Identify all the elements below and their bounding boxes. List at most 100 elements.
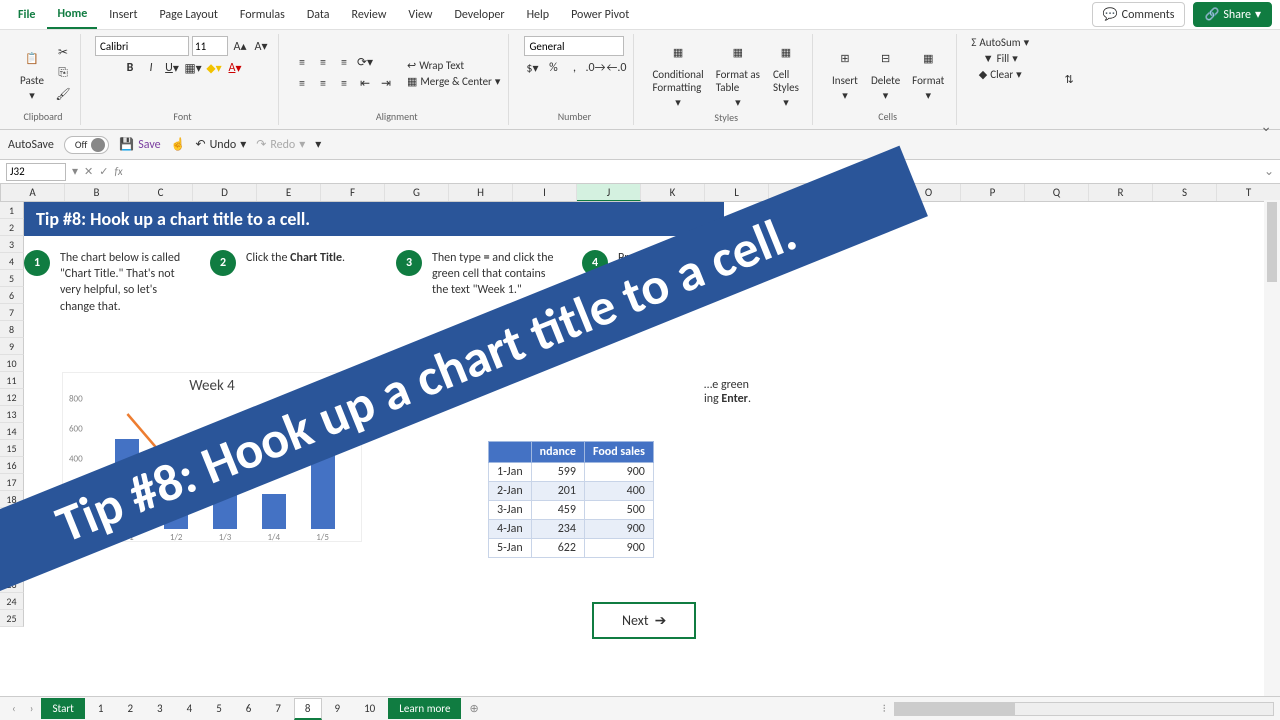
sort-filter-button[interactable]: ⇅ xyxy=(1051,64,1087,96)
increase-font-icon[interactable]: A▴ xyxy=(231,37,249,55)
sheet-tab-1[interactable]: 1 xyxy=(87,698,115,719)
sheet-tab-3[interactable]: 3 xyxy=(146,698,174,719)
table-row[interactable]: 2-Jan201400 xyxy=(489,482,654,501)
increase-indent-icon[interactable]: ⇥ xyxy=(377,75,395,93)
row-header-8[interactable]: 8 xyxy=(0,321,24,338)
sheet-tab-5[interactable]: 5 xyxy=(205,698,233,719)
align-center-icon[interactable]: ≡ xyxy=(314,75,332,93)
tab-power-pivot[interactable]: Power Pivot xyxy=(561,2,639,28)
format-cells-button[interactable]: ▦Format▾ xyxy=(908,42,948,104)
formula-input[interactable] xyxy=(129,163,1258,181)
align-middle-icon[interactable]: ≡ xyxy=(314,54,332,72)
decrease-font-icon[interactable]: A▾ xyxy=(252,37,270,55)
align-top-icon[interactable]: ≡ xyxy=(293,54,311,72)
col-header-N[interactable]: N xyxy=(833,184,897,201)
row-header-13[interactable]: 13 xyxy=(0,406,24,423)
row-header-21[interactable]: 21 xyxy=(0,542,24,559)
sheet-tab-9[interactable]: 9 xyxy=(324,698,352,719)
row-header-17[interactable]: 17 xyxy=(0,474,24,491)
col-header-F[interactable]: F xyxy=(321,184,385,201)
cell-styles-button[interactable]: ▦Cell Styles▾ xyxy=(768,36,804,111)
new-sheet-icon[interactable]: ⊕ xyxy=(463,702,484,715)
row-header-3[interactable]: 3 xyxy=(0,236,24,253)
wrap-text-button[interactable]: ↩ Wrap Text xyxy=(407,59,500,72)
format-painter-icon[interactable]: 🖌 xyxy=(54,85,72,103)
tab-home[interactable]: Home xyxy=(47,1,97,29)
sheet-tab-6[interactable]: 6 xyxy=(235,698,263,719)
italic-button[interactable]: I xyxy=(142,59,160,77)
tab-insert[interactable]: Insert xyxy=(99,2,147,28)
delete-cells-button[interactable]: ⊟Delete▾ xyxy=(867,42,904,104)
col-header-D[interactable]: D xyxy=(193,184,257,201)
autosum-button[interactable]: Σ AutoSum ▾ xyxy=(971,36,1029,49)
row-header-5[interactable]: 5 xyxy=(0,270,24,287)
copy-icon[interactable]: ⎘ xyxy=(54,64,72,82)
sheet-nav-prev[interactable]: ‹ xyxy=(6,702,22,715)
insert-cells-button[interactable]: ⊞Insert▾ xyxy=(827,42,863,104)
row-header-23[interactable]: 23 xyxy=(0,576,24,593)
row-header-22[interactable]: 22 xyxy=(0,559,24,576)
col-header-P[interactable]: P xyxy=(961,184,1025,201)
chart-title[interactable]: Week 4 xyxy=(63,377,361,395)
vertical-scrollbar[interactable] xyxy=(1264,200,1280,696)
row-header-7[interactable]: 7 xyxy=(0,304,24,321)
tab-page-layout[interactable]: Page Layout xyxy=(149,2,227,28)
row-header-24[interactable]: 24 xyxy=(0,593,24,610)
border-button[interactable]: ▦▾ xyxy=(184,59,202,77)
col-header-J[interactable]: J xyxy=(577,184,641,201)
tab-view[interactable]: View xyxy=(398,2,442,28)
collapse-ribbon-icon[interactable]: ⌄ xyxy=(1260,118,1272,135)
sheet-tab-learn-more[interactable]: Learn more xyxy=(388,698,461,719)
row-header-14[interactable]: 14 xyxy=(0,423,24,440)
col-header-I[interactable]: I xyxy=(513,184,577,201)
tab-data[interactable]: Data xyxy=(297,2,340,28)
table-row[interactable]: 4-Jan234900 xyxy=(489,520,654,539)
redo-button[interactable]: ↷ Redo ▾ xyxy=(256,137,305,152)
font-color-button[interactable]: A▾ xyxy=(226,59,244,77)
comments-button[interactable]: 💬 Comments xyxy=(1092,2,1186,27)
sheet-body[interactable]: Tip #8: Hook up a chart title to a cell.… xyxy=(24,202,1280,315)
row-header-12[interactable]: 12 xyxy=(0,389,24,406)
decrease-decimal-icon[interactable]: ←.0 xyxy=(607,59,625,77)
font-size-select[interactable] xyxy=(192,36,228,56)
row-header-10[interactable]: 10 xyxy=(0,355,24,372)
row-header-4[interactable]: 4 xyxy=(0,253,24,270)
row-header-2[interactable]: 2 xyxy=(0,219,24,236)
merge-center-button[interactable]: ▦ Merge & Center ▾ xyxy=(407,75,500,88)
sheet-tab-4[interactable]: 4 xyxy=(176,698,204,719)
row-header-19[interactable]: 19 xyxy=(0,508,24,525)
table-row[interactable]: 1-Jan599900 xyxy=(489,463,654,482)
row-header-6[interactable]: 6 xyxy=(0,287,24,304)
align-bottom-icon[interactable]: ≡ xyxy=(335,54,353,72)
col-header-H[interactable]: H xyxy=(449,184,513,201)
font-select[interactable] xyxy=(95,36,189,56)
row-header-20[interactable]: 20 xyxy=(0,525,24,542)
tab-file[interactable]: File xyxy=(8,2,45,28)
row-header-15[interactable]: 15 xyxy=(0,440,24,457)
name-box[interactable] xyxy=(6,163,66,181)
col-header-K[interactable]: K xyxy=(641,184,705,201)
cancel-formula-icon[interactable]: ✕ xyxy=(84,165,93,178)
sheet-tab-7[interactable]: 7 xyxy=(264,698,292,719)
save-button[interactable]: 💾 Save xyxy=(119,137,160,152)
sheet-tab-10[interactable]: 10 xyxy=(353,698,386,719)
col-header-E[interactable]: E xyxy=(257,184,321,201)
bold-button[interactable]: B xyxy=(121,59,139,77)
sheet-tab-2[interactable]: 2 xyxy=(116,698,144,719)
autosave-toggle[interactable]: Off xyxy=(64,136,109,154)
horizontal-scrollbar[interactable] xyxy=(894,702,1274,716)
increase-decimal-icon[interactable]: .0→ xyxy=(586,59,604,77)
undo-button[interactable]: ↶ Undo ▾ xyxy=(196,137,247,152)
expand-formula-icon[interactable]: ⌄ xyxy=(1264,164,1274,179)
col-header-O[interactable]: O xyxy=(897,184,961,201)
col-header-B[interactable]: B xyxy=(65,184,129,201)
col-header-A[interactable]: A xyxy=(1,184,65,201)
tab-review[interactable]: Review xyxy=(342,2,397,28)
qat-dropdown-icon[interactable]: ▾ xyxy=(315,137,321,152)
cut-icon[interactable]: ✂ xyxy=(54,43,72,61)
row-header-18[interactable]: 18 xyxy=(0,491,24,508)
tab-developer[interactable]: Developer xyxy=(444,2,514,28)
percent-icon[interactable]: % xyxy=(544,59,562,77)
col-header-S[interactable]: S xyxy=(1153,184,1217,201)
share-button[interactable]: 🔗 Share ▾ xyxy=(1193,2,1272,27)
